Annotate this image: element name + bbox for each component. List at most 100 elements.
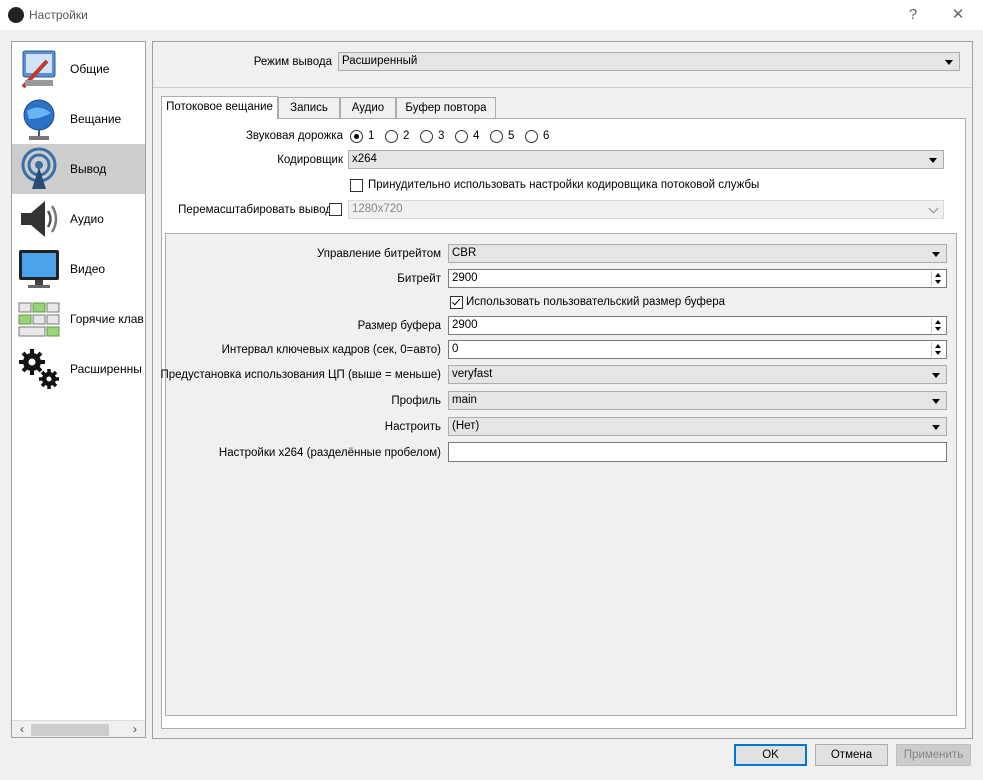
cancel-button[interactable]: Отмена	[815, 744, 888, 766]
buffer-size-value: 2900	[452, 319, 478, 331]
spin-up-icon[interactable]	[935, 320, 941, 324]
keyframe-interval-value: 0	[452, 343, 459, 355]
x264-options-label: Настройки x264 (разделённые пробелом)	[218, 447, 441, 459]
encoder-settings-group: Управление битрейтом CBR Битрейт 2900 Ис…	[160, 233, 957, 716]
sidebar-item-label: Общие	[70, 62, 110, 76]
tune-value: (Нет)	[452, 420, 480, 432]
sidebar-item-advanced[interactable]: Расширенны	[12, 344, 145, 394]
audio-track-option-label: 4	[473, 130, 480, 142]
scroll-right-arrow-icon[interactable]: ›	[127, 721, 143, 737]
chevron-down-icon	[932, 252, 940, 257]
sidebar-item-label: Вещание	[70, 112, 122, 126]
chevron-down-icon	[928, 203, 939, 214]
profile-label: Профиль	[391, 395, 441, 407]
audio-track-radio-1[interactable]	[350, 130, 363, 143]
apply-button[interactable]: Применить	[896, 744, 971, 766]
sidebar-item-output[interactable]: Вывод	[12, 144, 145, 194]
close-button[interactable]: ✕	[944, 4, 972, 26]
rate-control-label: Управление битрейтом	[316, 248, 441, 260]
spin-down-icon[interactable]	[935, 351, 941, 355]
cpu-preset-value: veryfast	[452, 368, 493, 380]
cpu-preset-label: Предустановка использования ЦП (выше = м…	[160, 369, 441, 381]
audio-track-radio-3[interactable]	[420, 130, 433, 143]
video-icon	[19, 250, 59, 288]
stream-icon	[23, 99, 55, 140]
scrollbar-thumb[interactable]	[31, 724, 109, 736]
keyframe-interval-label: Интервал ключевых кадров (сек, 0=авто)	[221, 344, 441, 356]
encoder-select[interactable]: x264	[348, 150, 944, 169]
sidebar-item-stream[interactable]: Вещание	[12, 94, 145, 144]
chevron-down-icon	[929, 158, 937, 163]
rescale-output-checkbox[interactable]	[329, 203, 342, 216]
chevron-down-icon	[945, 60, 953, 65]
tab-replay-buffer[interactable]: Буфер повтора	[396, 97, 496, 118]
tab-audio[interactable]: Аудио	[340, 97, 396, 118]
custom-buffer-checkbox[interactable]	[450, 296, 463, 309]
sidebar-horizontal-scrollbar[interactable]: ‹ ›	[12, 720, 145, 737]
chevron-down-icon	[932, 373, 940, 378]
bitrate-value: 2900	[452, 272, 478, 284]
rate-control-select[interactable]: CBR	[448, 244, 947, 263]
enforce-service-settings-checkbox[interactable]	[350, 179, 363, 192]
spin-buttons[interactable]	[931, 342, 945, 357]
sidebar-item-hotkeys[interactable]: Горячие клав	[12, 294, 145, 344]
sidebar-item-label: Аудио	[70, 212, 104, 226]
audio-track-radio-4[interactable]	[455, 130, 468, 143]
tab-streaming[interactable]: Потоковое вещание	[161, 96, 278, 119]
divider	[153, 87, 972, 88]
spin-down-icon[interactable]	[935, 280, 941, 284]
audio-track-radio-6[interactable]	[525, 130, 538, 143]
ok-button[interactable]: OK	[734, 744, 807, 766]
audio-track-option-label: 2	[403, 130, 410, 142]
spin-buttons[interactable]	[931, 318, 945, 333]
sidebar-item-label: Горячие клав	[70, 312, 144, 326]
window-title: Настройки	[29, 8, 88, 22]
help-button[interactable]: ?	[899, 4, 927, 26]
x264-options-input[interactable]	[448, 442, 947, 462]
tune-label: Настроить	[384, 421, 441, 433]
sidebar-item-audio[interactable]: Аудио	[12, 194, 145, 244]
sidebar-item-general[interactable]: Общие	[12, 44, 145, 94]
profile-select[interactable]: main	[448, 391, 947, 410]
audio-track-radio-5[interactable]	[490, 130, 503, 143]
general-icon	[21, 50, 56, 89]
hotkeys-icon	[18, 302, 60, 337]
rescale-output-label: Перемасштабировать вывод	[178, 204, 332, 216]
buffer-size-label: Размер буфера	[357, 320, 441, 332]
chevron-down-icon	[932, 399, 940, 404]
audio-track-option-label: 6	[543, 130, 550, 142]
sidebar-item-label: Видео	[70, 262, 106, 276]
enforce-service-settings-label: Принудительно использовать настройки код…	[368, 179, 760, 191]
sidebar-item-label: Расширенны	[70, 362, 142, 376]
audio-track-radio-2[interactable]	[385, 130, 398, 143]
audio-track-option-label: 3	[438, 130, 445, 142]
title-bar: Настройки ? ✕	[0, 0, 983, 30]
output-settings-panel: Режим вывода Расширенный Потоковое вещан…	[152, 41, 973, 739]
spin-up-icon[interactable]	[935, 273, 941, 277]
audio-track-option-label: 1	[368, 130, 375, 142]
spin-down-icon[interactable]	[935, 327, 941, 331]
bitrate-spinbox[interactable]: 2900	[448, 269, 947, 288]
tune-select[interactable]: (Нет)	[448, 417, 947, 436]
sidebar-item-video[interactable]: Видео	[12, 244, 145, 294]
output-mode-value: Расширенный	[342, 55, 418, 67]
streaming-tab-page: Звуковая дорожка 1 2 3 4 5 6 Кодировщик …	[160, 118, 966, 729]
output-mode-label: Режим вывода	[253, 56, 332, 68]
spin-up-icon[interactable]	[935, 344, 941, 348]
encoder-value: x264	[352, 153, 377, 165]
custom-buffer-label: Использовать пользовательский размер буф…	[466, 296, 726, 308]
advanced-icon	[19, 349, 59, 389]
tab-recording[interactable]: Запись	[278, 97, 340, 118]
output-mode-select[interactable]: Расширенный	[338, 52, 960, 71]
bitrate-label: Битрейт	[397, 273, 441, 285]
output-icon	[21, 147, 57, 189]
cpu-preset-select[interactable]: veryfast	[448, 365, 947, 384]
keyframe-interval-spinbox[interactable]: 0	[448, 340, 947, 359]
settings-sidebar: Общие Вещание Вывод Аудио Видео Горячие …	[11, 41, 146, 738]
audio-track-option-label: 5	[508, 130, 515, 142]
buffer-size-spinbox[interactable]: 2900	[448, 316, 947, 335]
spin-buttons[interactable]	[931, 271, 945, 286]
scroll-left-arrow-icon[interactable]: ‹	[14, 721, 30, 737]
encoder-label: Кодировщик	[277, 154, 343, 166]
rescale-resolution-select[interactable]: 1280x720	[348, 200, 944, 219]
